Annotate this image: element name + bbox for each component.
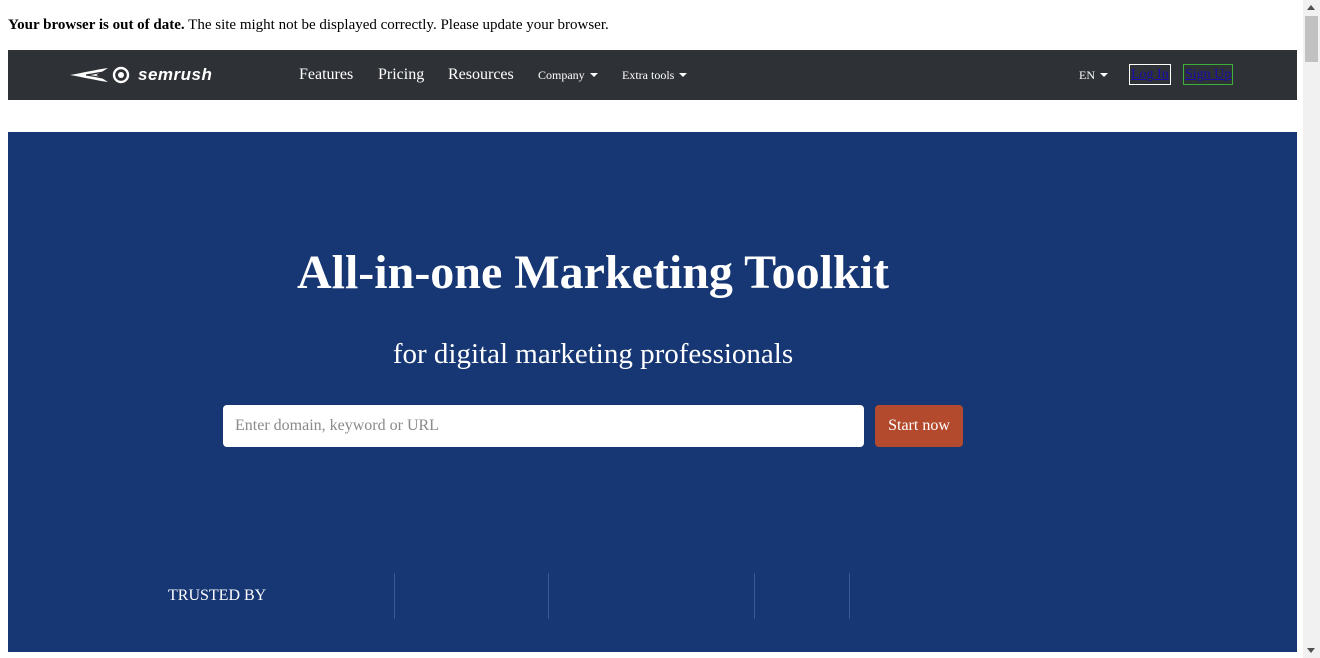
nav-company-dropdown[interactable]: Company [538,68,598,82]
hero-title: All-in-one Marketing Toolkit [296,246,890,299]
logo-divider [394,573,395,619]
nav-features[interactable]: Features [299,66,353,84]
login-button[interactable]: Log In [1129,64,1171,85]
start-now-button[interactable]: Start now [875,405,963,447]
nav-company-label: Company [538,68,585,82]
outdated-browser-text: The site might not be displayed correctl… [184,17,609,33]
language-selector[interactable]: EN [1079,68,1108,82]
signup-button[interactable]: Sign Up [1183,64,1234,85]
nav-pricing[interactable]: Pricing [378,66,424,84]
chevron-down-icon [679,73,688,78]
outdated-browser-bold: Your browser is out of date. [8,17,185,33]
logo-divider [754,573,755,619]
scroll-down-arrow-icon[interactable] [1307,648,1315,653]
hero-section: All-in-one Marketing Toolkit for digital… [8,132,1297,652]
chevron-down-icon [589,73,598,78]
nav-resources[interactable]: Resources [448,66,514,84]
top-navbar: semrush Features Pricing Resources Compa… [8,50,1297,100]
semrush-logo-text: semrush [138,65,213,84]
semrush-fireball-icon [70,66,130,84]
scroll-up-arrow-icon[interactable] [1307,5,1315,10]
semrush-logo[interactable]: semrush [68,65,212,85]
language-label: EN [1079,68,1095,82]
logo-divider [849,573,850,619]
scrollbar-thumb[interactable] [1305,16,1318,62]
domain-search-input[interactable] [223,405,864,447]
nav-extra-tools-dropdown[interactable]: Extra tools [622,68,688,82]
outdated-browser-banner: Your browser is out of date. The site mi… [8,16,609,34]
hero-subtitle: for digital marketing professionals [392,338,794,370]
chevron-down-icon [1100,73,1108,78]
trusted-by-label: TRUSTED BY [168,587,267,604]
nav-extra-tools-label: Extra tools [622,68,675,82]
logo-divider [548,573,549,619]
vertical-scrollbar[interactable] [1303,0,1320,658]
